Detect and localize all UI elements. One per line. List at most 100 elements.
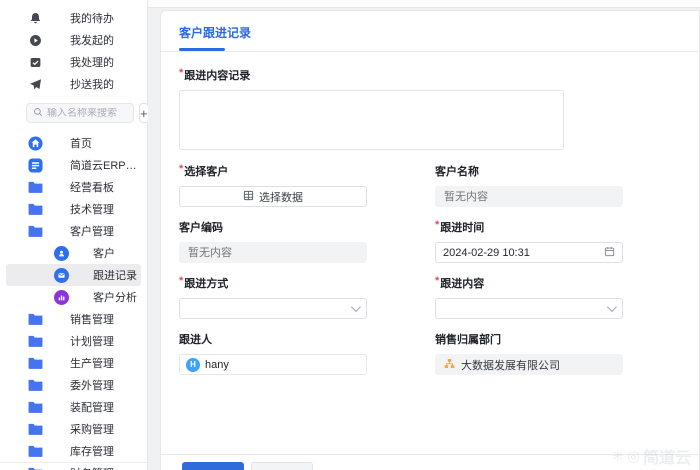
- submit-button[interactable]: [182, 462, 244, 470]
- follow-person-name: hany: [205, 358, 229, 371]
- folder-icon: [28, 400, 43, 415]
- follow-method-field: * 跟进方式: [179, 275, 367, 319]
- sidebar-item-label: 库存管理: [70, 446, 114, 458]
- sidebar-item-label: 我的待办: [70, 13, 114, 25]
- sidebar-item-assembly-mgmt[interactable]: 装配管理: [0, 396, 147, 418]
- follow-note-label: * 跟进内容记录: [179, 67, 251, 82]
- chevron-down-icon: [606, 302, 617, 313]
- search-input[interactable]: [47, 107, 127, 119]
- top-strip: [148, 0, 700, 8]
- sidebar-item-cc-to-me[interactable]: 抄送我的: [0, 73, 147, 95]
- folder-icon: [28, 356, 43, 371]
- sidebar-item-label: 我处理的: [70, 57, 114, 69]
- app-icon: [28, 157, 43, 173]
- required-mark: *: [179, 275, 184, 287]
- follow-person-input[interactable]: H hany: [179, 354, 367, 375]
- sidebar-item-dashboard[interactable]: 经营看板: [0, 176, 147, 198]
- sidebar-item-label: 委外管理: [70, 380, 114, 392]
- org-chart-icon: [444, 358, 455, 372]
- sidebar-search-row: +: [0, 103, 149, 123]
- sidebar-item-label: 我发起的: [70, 35, 114, 47]
- sidebar-item-label: 计划管理: [70, 336, 114, 348]
- folder-icon: [28, 180, 43, 195]
- sidebar-item-label: 首页: [70, 138, 92, 150]
- sidebar-item-my-initiated[interactable]: 我发起的: [0, 29, 147, 51]
- sidebar-item-label: 经营看板: [70, 182, 114, 194]
- sales-department-label: 销售归属部门: [435, 334, 501, 346]
- customer-code-input: [179, 242, 367, 263]
- form-panel: 客户跟进记录 * 跟进内容记录 * 选择客户 选择数据 客户名称 暂无内容 客户…: [160, 10, 700, 470]
- secondary-button[interactable]: [251, 462, 313, 470]
- chevron-down-icon: [350, 302, 361, 313]
- follow-person-field: 跟进人 H hany: [179, 331, 367, 375]
- sidebar-item-finance-mgmt[interactable]: 财务管理: [0, 462, 147, 470]
- bell-icon: [28, 11, 43, 26]
- calendar-icon: [604, 246, 615, 260]
- sidebar-item-label: 技术管理: [70, 204, 114, 216]
- sidebar-item-label: 抄送我的: [70, 79, 114, 91]
- sidebar-item-label: 采购管理: [70, 424, 114, 436]
- check-square-icon: [28, 55, 43, 70]
- sidebar-item-erp-app[interactable]: 简道云ERP（精细版-离散MTO）「...: [0, 154, 147, 176]
- follow-content-select[interactable]: [435, 298, 623, 319]
- folder-icon: [28, 422, 43, 437]
- follow-note-textarea[interactable]: [179, 90, 564, 150]
- sidebar-item-outsourcing-mgmt[interactable]: 委外管理: [0, 374, 147, 396]
- sidebar-item-label: 销售管理: [70, 314, 114, 326]
- sidebar-item-label: 装配管理: [70, 402, 114, 414]
- select-data-button[interactable]: 选择数据: [179, 186, 367, 207]
- customer-name-label: 客户名称: [435, 166, 479, 178]
- customer-name-input: [435, 186, 623, 207]
- sidebar-item-customer[interactable]: 客户: [0, 242, 147, 264]
- sidebar-item-customer-analysis[interactable]: 客户分析: [0, 286, 147, 308]
- sidebar-item-inventory-mgmt[interactable]: 库存管理: [0, 440, 147, 462]
- sidebar-item-customer-mgmt[interactable]: 客户管理: [0, 220, 147, 242]
- sales-department-field: 销售归属部门 大数据发展有限公司: [435, 331, 623, 375]
- sidebar: 我的待办 我发起的 我处理的 抄送我的 + 首页: [0, 0, 149, 470]
- form-footer: [161, 454, 699, 470]
- sidebar-item-plan-mgmt[interactable]: 计划管理: [0, 330, 147, 352]
- customer-code-label: 客户编码: [179, 222, 223, 234]
- sidebar-item-my-todo[interactable]: 我的待办: [0, 7, 147, 29]
- sidebar-item-purchasing-mgmt[interactable]: 采购管理: [0, 418, 147, 440]
- search-icon: [33, 107, 43, 120]
- folder-icon: [28, 312, 43, 327]
- required-mark: *: [179, 163, 184, 175]
- folder-icon: [28, 224, 43, 239]
- main-region: 客户跟进记录 * 跟进内容记录 * 选择客户 选择数据 客户名称 暂无内容 客户…: [148, 0, 700, 470]
- follow-record-icon: [54, 267, 69, 283]
- customer-name-field: 客户名称: [435, 163, 623, 207]
- sidebar-item-home[interactable]: 首页: [0, 132, 147, 154]
- follow-content-label: * 跟进内容: [435, 275, 485, 290]
- sidebar-item-label: 生产管理: [70, 358, 114, 370]
- play-circle-icon: [28, 33, 43, 48]
- sidebar-item-production-mgmt[interactable]: 生产管理: [0, 352, 147, 374]
- sidebar-item-label: 跟进记录: [93, 270, 137, 282]
- follow-content-field: * 跟进内容: [435, 275, 623, 319]
- home-icon: [28, 135, 43, 151]
- follow-time-label: * 跟进时间: [435, 219, 485, 234]
- sidebar-item-my-processed[interactable]: 我处理的: [0, 51, 147, 73]
- sidebar-item-label: 客户: [93, 248, 115, 260]
- sidebar-item-follow-records[interactable]: 跟进记录: [6, 264, 141, 286]
- search-box[interactable]: [26, 103, 134, 123]
- chart-icon: [54, 289, 69, 305]
- paper-plane-icon: [28, 77, 43, 92]
- sidebar-item-label: 客户分析: [93, 292, 137, 304]
- sidebar-item-label: 财务管理: [70, 465, 114, 470]
- avatar: H: [186, 357, 200, 372]
- follow-time-value[interactable]: [443, 246, 563, 259]
- tab-customer-follow-record[interactable]: 客户跟进记录: [179, 24, 251, 48]
- sales-department-value-box: 大数据发展有限公司: [435, 354, 623, 375]
- sidebar-item-sales-mgmt[interactable]: 销售管理: [0, 308, 147, 330]
- follow-record-form: * 跟进内容记录 * 选择客户 选择数据 客户名称 暂无内容 客户编码 暂无内容…: [161, 52, 699, 375]
- sidebar-item-label: 客户管理: [70, 226, 114, 238]
- follow-person-label: 跟进人: [179, 334, 212, 346]
- customer-icon: [54, 245, 69, 261]
- folder-icon: [28, 466, 43, 470]
- folder-icon: [28, 202, 43, 217]
- follow-method-select[interactable]: [179, 298, 367, 319]
- sidebar-item-label: 简道云ERP（精细版-离散MTO）「...: [70, 160, 147, 172]
- sidebar-item-tech-mgmt[interactable]: 技术管理: [0, 198, 147, 220]
- follow-time-input[interactable]: [435, 242, 623, 263]
